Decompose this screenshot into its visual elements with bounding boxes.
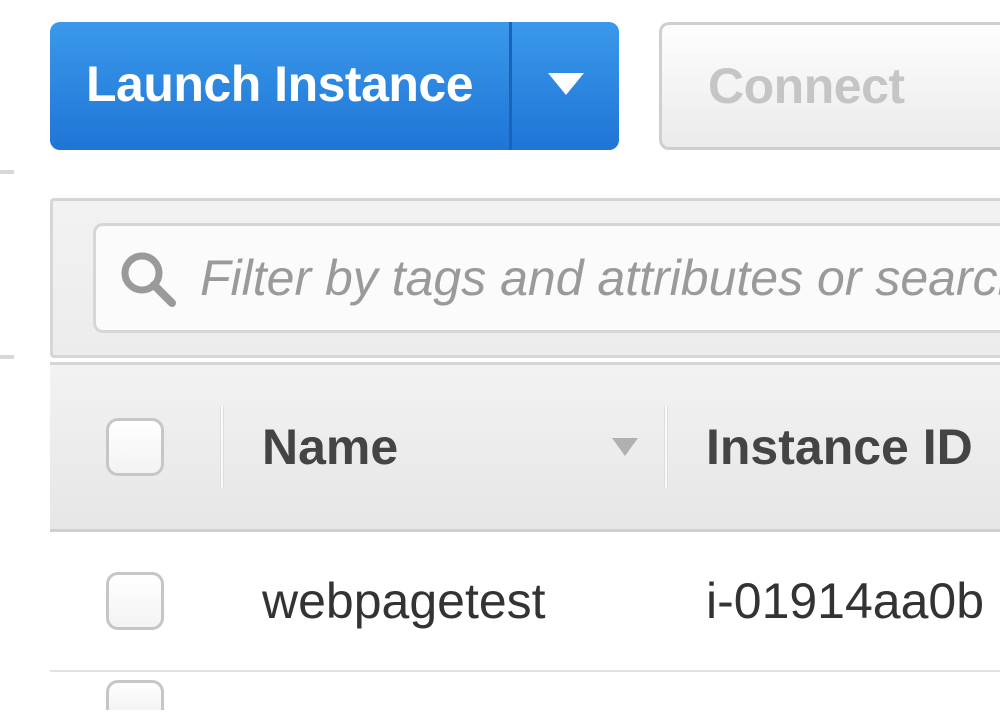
table-header: Name Instance ID: [50, 362, 1000, 532]
row-checkbox[interactable]: [106, 680, 164, 710]
launch-instance-label: Launch Instance: [50, 22, 509, 150]
cell-instance-id: i-01914aa0b: [668, 572, 984, 630]
select-all-checkbox[interactable]: [106, 418, 164, 476]
launch-instance-button[interactable]: Launch Instance: [50, 22, 619, 150]
instances-table: Name Instance ID webpagetest i-01914aa0b: [50, 362, 1000, 712]
caret-down-icon: [548, 73, 584, 100]
table-row[interactable]: webpagetest i-01914aa0b: [50, 532, 1000, 672]
left-panel-edge: [0, 0, 24, 679]
row-checkbox[interactable]: [106, 572, 164, 630]
search-box[interactable]: [93, 223, 1000, 333]
sort-caret-icon: [612, 438, 638, 456]
column-header-name[interactable]: Name: [224, 418, 664, 476]
column-header-instance-id[interactable]: Instance ID: [668, 418, 1000, 476]
table-row[interactable]: [50, 672, 1000, 712]
filter-bar: [50, 198, 1000, 358]
connect-button: Connect: [659, 22, 1000, 150]
action-toolbar: Launch Instance Connect: [50, 22, 1000, 150]
search-input[interactable]: [200, 249, 1000, 307]
search-icon: [118, 249, 176, 307]
cell-name: webpagetest: [224, 572, 546, 630]
launch-instance-dropdown-toggle[interactable]: [509, 22, 619, 150]
